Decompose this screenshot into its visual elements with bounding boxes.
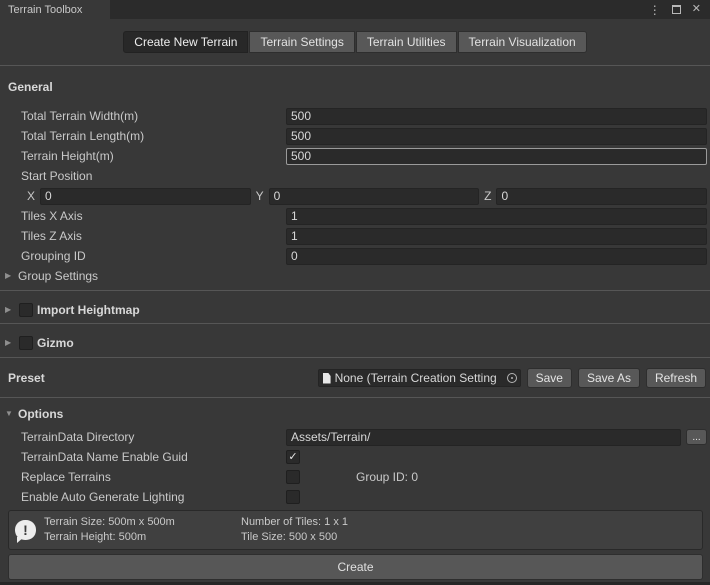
browse-button[interactable]: ...	[686, 429, 707, 445]
replace-terrains-checkbox[interactable]: ✓	[286, 470, 300, 484]
window-title: Terrain Toolbox	[8, 4, 82, 16]
tiles-z-axis-label: Tiles Z Axis	[21, 229, 286, 243]
import-heightmap-label: Import Heightmap	[37, 303, 140, 317]
terrain-info-box: ! Terrain Size: 500m x 500m Terrain Heig…	[8, 510, 703, 550]
terraindata-directory-row: TerrainData Directory ...	[0, 427, 710, 447]
refresh-button[interactable]: Refresh	[646, 368, 706, 388]
terrain-toolbox-window: Terrain Toolbox ⋮ ✕ Create New Terrain T…	[0, 0, 710, 585]
auto-generate-lighting-row: Enable Auto Generate Lighting ✓	[0, 487, 710, 507]
start-position-x-input[interactable]	[40, 188, 251, 205]
create-button[interactable]: Create	[8, 554, 703, 580]
tab-create-new-terrain[interactable]: Create New Terrain	[123, 31, 248, 53]
info-bubble-icon: !	[15, 520, 36, 540]
group-id-text: Group ID: 0	[356, 470, 418, 484]
asset-file-icon	[323, 373, 331, 384]
terrain-height-input[interactable]	[286, 148, 707, 165]
tab-terrain-utilities[interactable]: Terrain Utilities	[356, 31, 457, 53]
divider	[0, 323, 710, 324]
grouping-id-label: Grouping ID	[21, 249, 286, 263]
total-terrain-length-input[interactable]	[286, 128, 707, 145]
tiles-x-axis-label: Tiles X Axis	[21, 209, 286, 223]
general-fields: Total Terrain Width(m) Total Terrain Len…	[0, 106, 710, 266]
replace-terrains-label: Replace Terrains	[21, 470, 283, 484]
save-button[interactable]: Save	[527, 368, 572, 388]
tiles-x-axis-input[interactable]	[286, 208, 707, 225]
preset-label: Preset	[8, 371, 45, 385]
chevron-down-icon: ▼	[5, 410, 16, 418]
import-heightmap-section: ▶ ✓ Import Heightmap	[0, 299, 710, 321]
import-heightmap-checkbox[interactable]: ✓	[19, 303, 33, 317]
tab-terrain-settings[interactable]: Terrain Settings	[249, 31, 354, 53]
terrain-height-label: Terrain Height(m)	[21, 149, 286, 163]
gizmo-section: ▶ ✓ Gizmo	[0, 332, 710, 354]
terrain-size-text: Terrain Size: 500m x 500m	[44, 515, 241, 530]
preset-row: Preset None (Terrain Creation Setting Sa…	[0, 368, 710, 388]
tiles-x-axis-row: Tiles X Axis	[0, 206, 710, 226]
total-terrain-width-input[interactable]	[286, 108, 707, 125]
gizmo-label: Gizmo	[37, 336, 74, 350]
preset-object-field[interactable]: None (Terrain Creation Setting	[318, 369, 521, 387]
tiles-z-axis-row: Tiles Z Axis	[0, 226, 710, 246]
grouping-id-row: Grouping ID	[0, 246, 710, 266]
tab-bar: Create New Terrain Terrain Settings Terr…	[123, 31, 586, 53]
start-position-label: Start Position	[21, 169, 286, 183]
axis-z-label: Z	[484, 189, 491, 203]
number-of-tiles-text: Number of Tiles: 1 x 1	[241, 515, 348, 530]
save-as-button[interactable]: Save As	[578, 368, 640, 388]
maximize-icon[interactable]	[672, 5, 681, 14]
terrain-height-text: Terrain Height: 500m	[44, 530, 241, 545]
name-enable-guid-checkbox[interactable]: ✓	[286, 450, 300, 464]
replace-terrains-row: Replace Terrains ✓ Group ID: 0	[0, 467, 710, 487]
close-icon[interactable]: ✕	[692, 4, 701, 15]
toolbar: Create New Terrain Terrain Settings Terr…	[0, 19, 710, 65]
total-terrain-length-label: Total Terrain Length(m)	[21, 129, 286, 143]
chevron-right-icon[interactable]: ▶	[5, 306, 16, 314]
divider	[0, 397, 710, 398]
check-icon: ✓	[288, 451, 297, 463]
object-picker-icon[interactable]	[507, 373, 517, 383]
start-position-row: Start Position	[0, 166, 710, 186]
divider	[0, 357, 710, 358]
auto-generate-lighting-checkbox[interactable]: ✓	[286, 490, 300, 504]
tiles-z-axis-input[interactable]	[286, 228, 707, 245]
name-enable-guid-row: TerrainData Name Enable Guid ✓	[0, 447, 710, 467]
field-row-total-terrain-width: Total Terrain Width(m)	[0, 106, 710, 126]
window-tab[interactable]: Terrain Toolbox	[0, 0, 110, 19]
window-controls: ⋮ ✕	[649, 0, 710, 19]
auto-generate-lighting-label: Enable Auto Generate Lighting	[21, 490, 283, 504]
terraindata-directory-label: TerrainData Directory	[21, 430, 286, 444]
chevron-right-icon: ▶	[5, 272, 16, 280]
title-bar: Terrain Toolbox ⋮ ✕	[0, 0, 710, 19]
tab-terrain-visualization[interactable]: Terrain Visualization	[458, 31, 587, 53]
total-terrain-width-label: Total Terrain Width(m)	[21, 109, 286, 123]
start-position-y-input[interactable]	[269, 188, 480, 205]
menu-icon[interactable]: ⋮	[649, 4, 661, 16]
field-row-terrain-height: Terrain Height(m)	[0, 146, 710, 166]
axis-x-label: X	[27, 189, 35, 203]
terraindata-directory-input[interactable]	[286, 429, 681, 446]
info-left-column: Terrain Size: 500m x 500m Terrain Height…	[44, 515, 241, 545]
axis-y-label: Y	[256, 189, 264, 203]
start-position-vector: X Y Z	[0, 186, 710, 206]
group-settings-foldout[interactable]: ▶ Group Settings	[0, 266, 710, 286]
start-position-z-input[interactable]	[496, 188, 707, 205]
options-heading: Options	[18, 407, 63, 421]
content: General Total Terrain Width(m) Total Ter…	[0, 66, 710, 585]
group-settings-label: Group Settings	[18, 269, 98, 283]
gizmo-checkbox[interactable]: ✓	[19, 336, 33, 350]
name-enable-guid-label: TerrainData Name Enable Guid	[21, 450, 283, 464]
field-row-total-terrain-length: Total Terrain Length(m)	[0, 126, 710, 146]
info-right-column: Number of Tiles: 1 x 1 Tile Size: 500 x …	[241, 515, 348, 545]
options-foldout[interactable]: ▼ Options	[0, 404, 710, 424]
divider	[0, 290, 710, 291]
general-heading: General	[0, 78, 710, 96]
grouping-id-input[interactable]	[286, 248, 707, 265]
chevron-right-icon[interactable]: ▶	[5, 339, 16, 347]
tile-size-text: Tile Size: 500 x 500	[241, 530, 348, 545]
preset-object-value: None (Terrain Creation Setting	[335, 371, 505, 385]
